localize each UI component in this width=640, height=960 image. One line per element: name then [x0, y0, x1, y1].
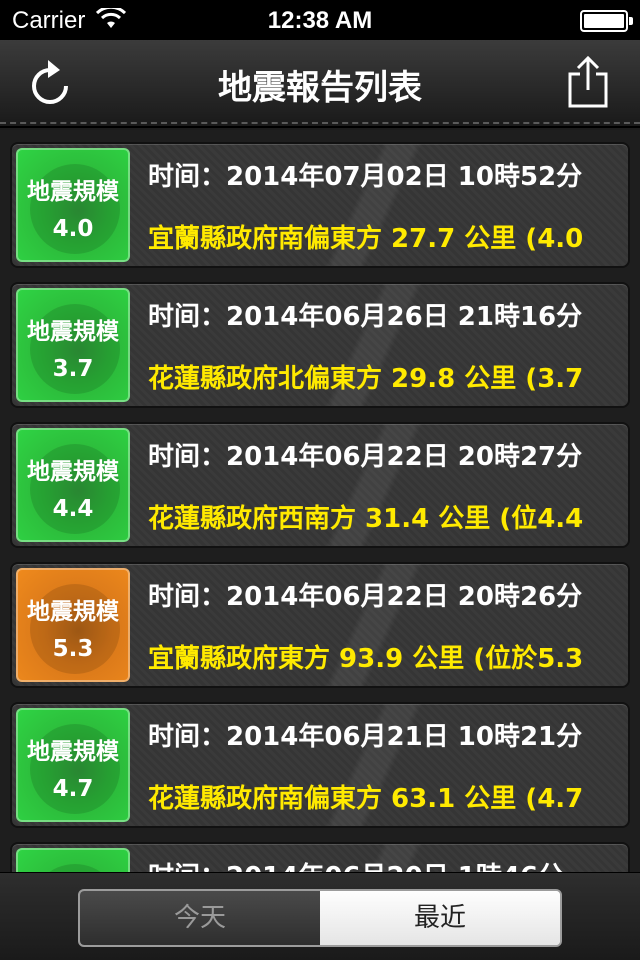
bottom-toolbar: 今天 最近	[0, 872, 640, 960]
segment-today[interactable]: 今天	[80, 891, 320, 945]
report-location: 花蓮縣政府南偏東方 63.1 公里 (4.7	[148, 784, 584, 814]
report-row[interactable]: 时间：2014年06月20日 1時46分	[10, 842, 630, 872]
badge-label: 地震規模	[27, 739, 119, 765]
share-icon[interactable]	[566, 54, 610, 110]
report-row[interactable]: 地震規模 3.7 时间：2014年06月26日 21時16分 花蓮縣政府北偏東方…	[10, 282, 630, 408]
badge-label: 地震規模	[27, 599, 119, 625]
magnitude-value: 5.3	[52, 636, 94, 662]
badge-label: 地震規模	[27, 179, 119, 205]
magnitude-value: 3.7	[52, 356, 94, 382]
magnitude-badge	[16, 848, 130, 872]
report-time: 时间：2014年06月22日 20時26分	[148, 582, 583, 612]
magnitude-badge: 地震規模 4.4	[16, 428, 130, 542]
report-row[interactable]: 地震規模 4.7 时间：2014年06月21日 10時21分 花蓮縣政府南偏東方…	[10, 702, 630, 828]
report-location: 宜蘭縣政府南偏東方 27.7 公里 (4.0	[148, 224, 584, 254]
magnitude-badge: 地震規模 4.0	[16, 148, 130, 262]
magnitude-badge: 地震規模 5.3	[16, 568, 130, 682]
segment-recent[interactable]: 最近	[320, 891, 560, 945]
magnitude-value: 4.0	[52, 216, 94, 242]
report-row[interactable]: 地震規模 4.4 时间：2014年06月22日 20時27分 花蓮縣政府西南方 …	[10, 422, 630, 548]
report-location: 花蓮縣政府西南方 31.4 公里 (位4.4	[148, 504, 584, 534]
report-location: 宜蘭縣政府東方 93.9 公里 (位於5.3	[148, 644, 584, 674]
badge-label: 地震規模	[27, 459, 119, 485]
report-list[interactable]: 地震規模 4.0 时间：2014年07月02日 10時52分 宜蘭縣政府南偏東方…	[0, 130, 640, 872]
status-bar: Carrier 12:38 AM	[0, 0, 640, 40]
report-row[interactable]: 地震規模 5.3 时间：2014年06月22日 20時26分 宜蘭縣政府東方 9…	[10, 562, 630, 688]
report-time: 时间：2014年07月02日 10時52分	[148, 162, 583, 192]
badge-label: 地震規模	[27, 319, 119, 345]
magnitude-badge: 地震規模 4.7	[16, 708, 130, 822]
battery-icon	[580, 10, 633, 32]
page-title: 地震報告列表	[218, 68, 422, 108]
magnitude-value: 4.7	[52, 776, 94, 802]
clock: 12:38 AM	[267, 7, 373, 34]
report-time: 时间：2014年06月21日 10時21分	[148, 722, 583, 752]
magnitude-value: 4.4	[52, 496, 94, 522]
period-segmented-control: 今天 最近	[78, 889, 562, 947]
report-time: 时间：2014年06月22日 20時27分	[148, 442, 583, 472]
report-row[interactable]: 地震規模 4.0 时间：2014年07月02日 10時52分 宜蘭縣政府南偏東方…	[10, 142, 630, 268]
report-time: 时间：2014年06月20日 1時46分	[148, 856, 564, 872]
nav-divider	[0, 122, 640, 124]
navigation-bar: 地震報告列表	[0, 40, 640, 128]
report-time: 时间：2014年06月26日 21時16分	[148, 302, 583, 332]
globe-icon	[30, 864, 120, 872]
magnitude-badge: 地震規模 3.7	[16, 288, 130, 402]
report-location: 花蓮縣政府北偏東方 29.8 公里 (3.7	[148, 364, 584, 394]
